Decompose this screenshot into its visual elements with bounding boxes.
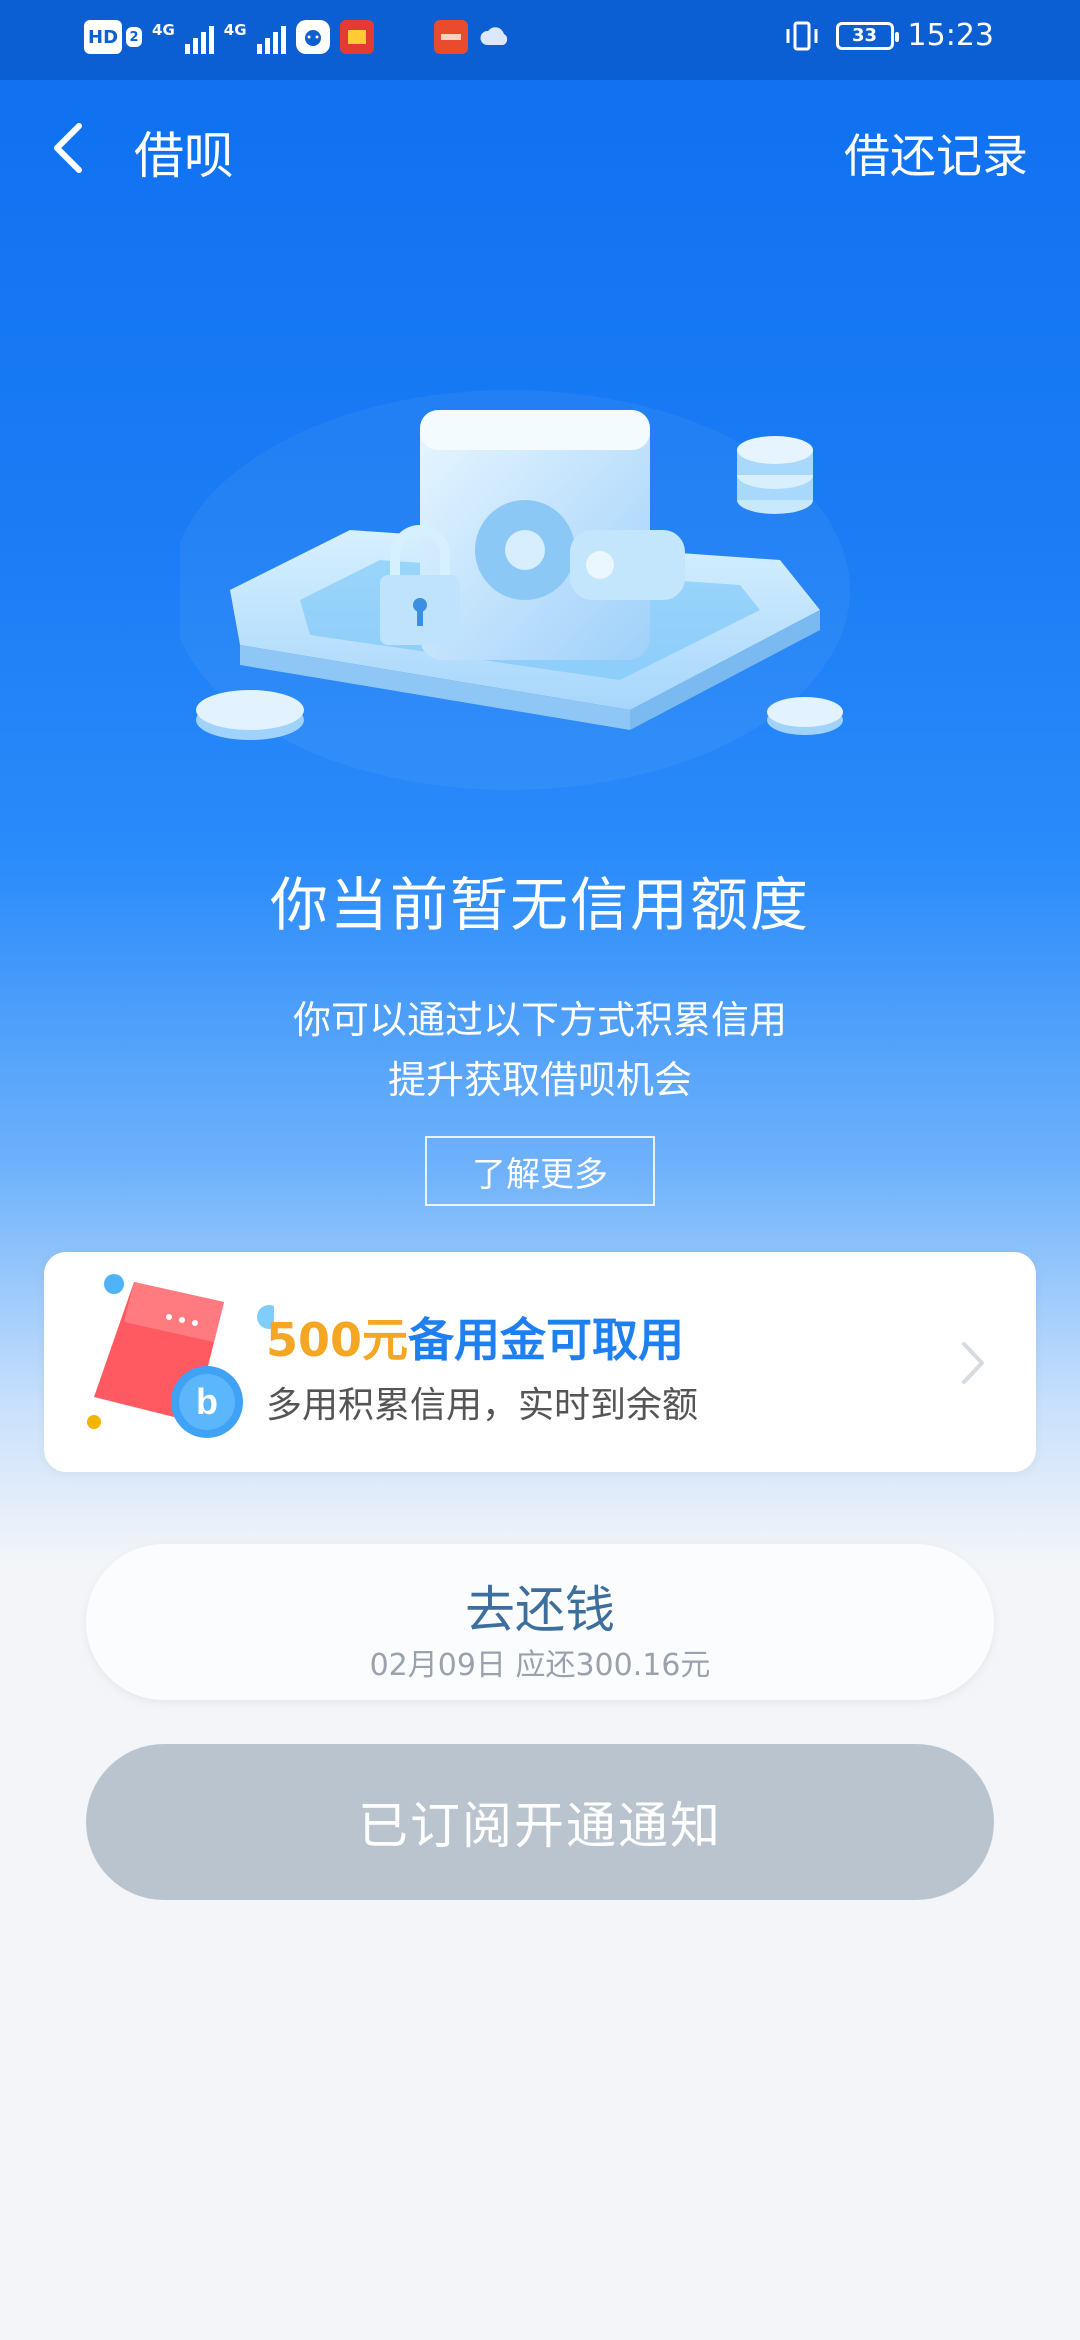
network-type-1: 4G — [152, 21, 175, 39]
status-time: 15:23 — [907, 18, 994, 53]
hd-icon: HD — [84, 20, 123, 54]
wallet-illustration-icon — [180, 390, 850, 790]
hero-description: 你可以通过以下方式积累信用 提升获取借呗机会 — [0, 990, 1080, 1110]
status-bar-left: HD 2 4G 4G — [84, 20, 512, 54]
loan-records-link[interactable]: 借还记录 — [844, 120, 1028, 186]
app-notification-icon — [433, 20, 468, 54]
status-bar: HD 2 4G 4G 33 15:23 — [0, 0, 1080, 80]
reserve-fund-title-text: 备用金可取用 — [408, 1313, 685, 1367]
no-credit-headline: 你当前暂无信用额度 — [269, 871, 810, 939]
nav-bar: 借呗 借还记录 — [0, 80, 1080, 220]
red-packet-icon: b — [87, 1274, 274, 1438]
app-notification-icon — [339, 20, 374, 54]
repay-button-label: 去还钱 — [465, 1581, 615, 1639]
reserve-fund-card[interactable]: b 500元备用金可取用 多用积累信用，实时到余额 — [44, 1252, 1036, 1472]
cloud-icon — [480, 27, 507, 45]
hd-sub-badge: 2 — [126, 27, 143, 47]
network-type-2: 4G — [223, 21, 247, 39]
subscribed-notification-button[interactable]: 已订阅开通通知 — [86, 1744, 994, 1900]
battery-icon: 33 — [835, 21, 899, 50]
hero-description-line: 提升获取借呗机会 — [387, 1058, 692, 1102]
vibrate-icon — [786, 21, 818, 50]
signal-icon — [184, 20, 214, 54]
chevron-right-icon — [962, 1342, 984, 1384]
reserve-fund-subtitle: 多用积累信用，实时到余额 — [266, 1385, 699, 1426]
repay-due-detail: 02月09日 应还300.16元 — [369, 1648, 711, 1683]
learn-more-button[interactable]: 了解更多 — [425, 1136, 655, 1206]
page-title: 借呗 — [134, 127, 234, 185]
reserve-fund-amount: 500元 — [266, 1313, 409, 1367]
hero-description-line: 你可以通过以下方式积累信用 — [292, 998, 787, 1042]
repay-button[interactable]: 去还钱 02月09日 应还300.16元 — [86, 1544, 994, 1700]
chevron-left-icon — [54, 123, 82, 173]
app-notification-icon — [295, 20, 330, 54]
status-bar-right: 33 15:23 — [782, 18, 994, 53]
back-button[interactable] — [40, 118, 96, 178]
signal-icon — [256, 20, 286, 54]
reserve-fund-title: 500元备用金可取用 — [266, 1304, 684, 1370]
svg-text:b: b — [196, 1381, 218, 1422]
